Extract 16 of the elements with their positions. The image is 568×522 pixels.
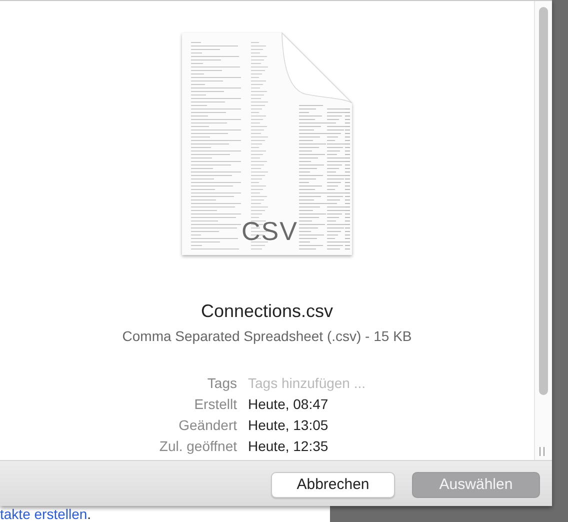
resize-grip-icon[interactable] (539, 447, 546, 456)
detail-label: Erstellt (194, 395, 237, 413)
file-info: Comma Separated Spreadsheet (.csv) - 15 KB (122, 327, 412, 345)
detail-label: Zul. geöffnet (159, 437, 237, 455)
sentence: takte erstellen. (0, 507, 92, 522)
detail-value: Heute, 12:35 (248, 437, 328, 455)
cancel-button[interactable]: Abbrechen (271, 472, 395, 498)
detail-label: Tags (207, 374, 237, 392)
detail-label: Geändert (178, 416, 237, 434)
detail-value: Heute, 08:47 (248, 395, 328, 413)
file-type-label: CSV (242, 217, 298, 245)
file-name: Connections.csv (200, 300, 334, 322)
detail-value: Heute, 13:05 (248, 416, 328, 434)
tags-field[interactable]: Tags hinzufügen ... (248, 374, 448, 392)
scrollbar-thumb[interactable] (539, 7, 548, 395)
link[interactable]: takte erstellen (0, 506, 88, 522)
